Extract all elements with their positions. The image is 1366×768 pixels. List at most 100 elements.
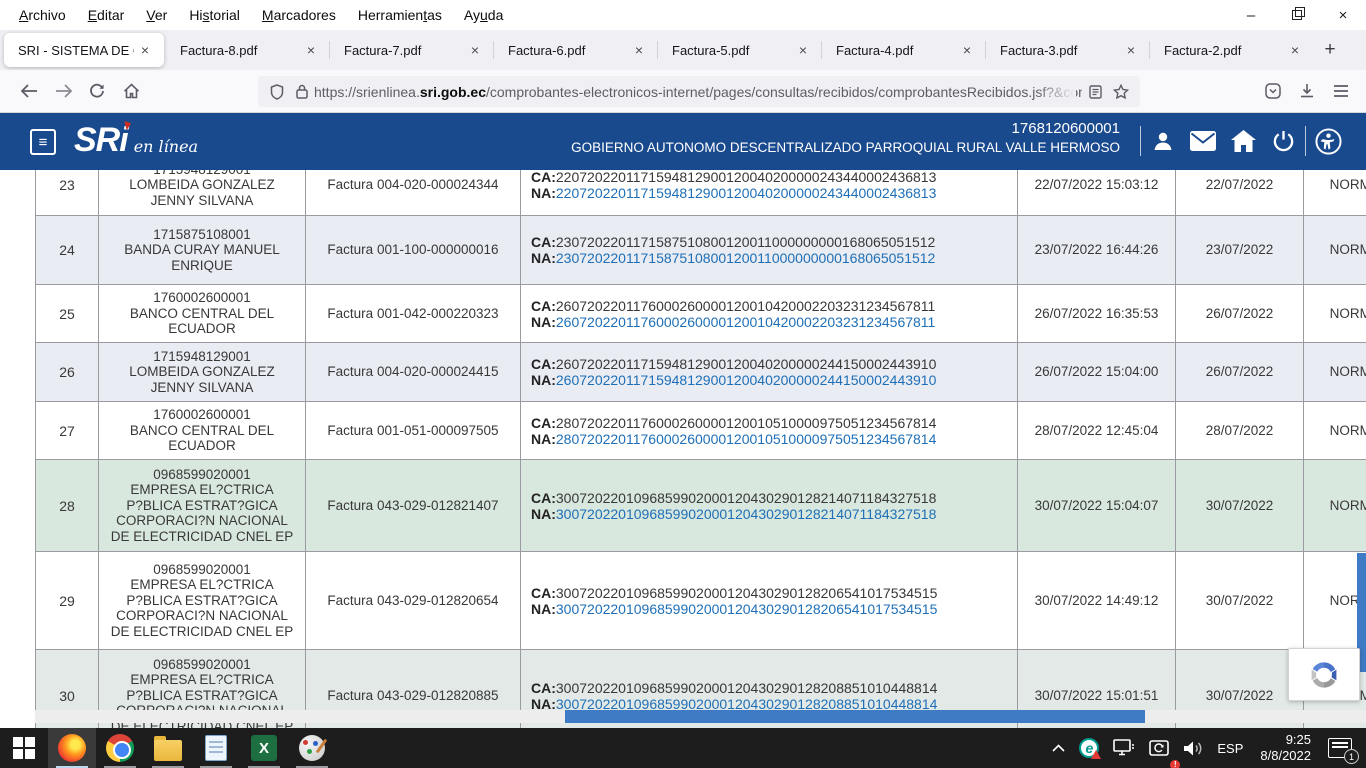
invoice-row-25[interactable]: 251760002600001BANCO CENTRAL DELECUADORF…	[36, 285, 1366, 343]
tray-expand-button[interactable]	[1045, 728, 1072, 768]
home-button-app[interactable]	[1223, 130, 1263, 153]
tab-factura-4-pdf[interactable]: Factura-4.pdf×	[822, 30, 986, 70]
status-cell: NORMAL	[1304, 343, 1366, 401]
authorization-date-cell: 23/07/2022 16:44:26	[1018, 216, 1176, 284]
close-icon[interactable]: ×	[628, 42, 650, 58]
close-icon[interactable]: ×	[464, 42, 486, 58]
taskbar-paint-button[interactable]	[288, 728, 336, 768]
restore-button[interactable]	[1274, 0, 1320, 30]
profile-button[interactable]	[1143, 129, 1183, 153]
invoice-row-28[interactable]: 280968599020001EMPRESA EL?CTRICAP?BLICA …	[36, 460, 1366, 552]
invoice-row-27[interactable]: 271760002600001BANCO CENTRAL DELECUADORF…	[36, 402, 1366, 460]
volume-icon	[1183, 740, 1203, 757]
tracking-shield-button[interactable]	[264, 76, 290, 107]
url-domain: sri.gob.ec	[420, 84, 486, 100]
menu-herramientas[interactable]: Herramientas	[347, 3, 453, 27]
menu-ver[interactable]: Ver	[135, 3, 178, 27]
start-button[interactable]	[0, 728, 48, 768]
sidebar-toggle-button[interactable]: ≡	[30, 129, 56, 155]
downloads-button[interactable]	[1290, 75, 1324, 107]
url-bar[interactable]: https://srienlinea.sri.gob.ec/comprobant…	[258, 76, 1140, 107]
supplier-cell: 0968599020001EMPRESA EL?CTRICAP?BLICA ES…	[99, 460, 306, 551]
taskbar-excel-button[interactable]: X	[240, 728, 288, 768]
system-tray: e ! ESP 9:25 8/8/2022 1	[1045, 728, 1366, 768]
logout-button[interactable]	[1263, 130, 1303, 153]
chrome-icon	[106, 734, 134, 762]
authorization-number-link[interactable]: 2607202201176000260000120010420002203231…	[556, 314, 935, 330]
close-icon[interactable]: ×	[1284, 42, 1306, 58]
window-controls: – ×	[1228, 0, 1366, 30]
sri-logo[interactable]: SRi en línea	[74, 121, 198, 160]
ca-line: CA:2207202201171594812900120040200000243…	[531, 169, 936, 185]
tray-updates[interactable]: !	[1142, 728, 1176, 768]
menu-archivo[interactable]: Archivo	[8, 3, 77, 27]
supplier-cell: 1715948129001LOMBEIDA GONZALEZJENNY SILV…	[99, 343, 306, 401]
tab-title: Factura-4.pdf	[836, 43, 956, 58]
ca-line: CA:2807202201176000260000120010510000975…	[531, 415, 936, 431]
tray-volume[interactable]	[1176, 728, 1210, 768]
invoice-row-24[interactable]: 241715875108001BANDA CURAY MANUELENRIQUE…	[36, 216, 1366, 285]
supplier-name-line: P?BLICA ESTRAT?GICA	[126, 498, 277, 514]
invoice-row-26[interactable]: 261715948129001LOMBEIDA GONZALEZJENNY SI…	[36, 343, 1366, 402]
issue-date-cell: 28/07/2022	[1176, 402, 1304, 459]
tab-factura-3-pdf[interactable]: Factura-3.pdf×	[986, 30, 1150, 70]
tab-factura-2-pdf[interactable]: Factura-2.pdf×	[1150, 30, 1314, 70]
authorization-number-link[interactable]: 2207202201171594812900120040200000243440…	[556, 185, 936, 201]
horizontal-scrollbar-thumb[interactable]	[565, 710, 1145, 723]
close-icon[interactable]: ×	[134, 42, 156, 58]
tab-active-sri[interactable]: SRI - SISTEMA DE COMP ×	[4, 33, 164, 67]
menu-editar[interactable]: Editar	[77, 3, 136, 27]
background-tabs: Factura-8.pdf×Factura-7.pdf×Factura-6.pd…	[166, 30, 1314, 70]
bookmark-button[interactable]	[1108, 76, 1134, 107]
authorization-number-link[interactable]: 3007202201096859902000120430290128206541…	[556, 601, 938, 617]
hamburger-icon: ≡	[39, 134, 48, 151]
home-button[interactable]	[114, 75, 148, 107]
menu-marcadores[interactable]: Marcadores	[251, 3, 347, 27]
close-icon[interactable]: ×	[1120, 42, 1142, 58]
close-icon[interactable]: ×	[956, 42, 978, 58]
authorization-number-link[interactable]: 2307202201171587510800120011000000000168…	[556, 250, 935, 266]
tab-factura-7-pdf[interactable]: Factura-7.pdf×	[330, 30, 494, 70]
tab-factura-5-pdf[interactable]: Factura-5.pdf×	[658, 30, 822, 70]
chevron-up-icon	[1052, 744, 1065, 752]
back-button[interactable]	[12, 75, 46, 107]
taskbar-firefox-button[interactable]	[48, 728, 96, 768]
minimize-button[interactable]: –	[1228, 0, 1274, 30]
status-cell: NORMAL	[1304, 402, 1366, 459]
tab-factura-8-pdf[interactable]: Factura-8.pdf×	[166, 30, 330, 70]
taskbar-chrome-button[interactable]	[96, 728, 144, 768]
invoice-row-29[interactable]: 290968599020001EMPRESA EL?CTRICAP?BLICA …	[36, 552, 1366, 650]
tray-network[interactable]	[1106, 728, 1142, 768]
horizontal-scrollbar-track[interactable]	[35, 710, 1366, 723]
user-icon	[1151, 129, 1175, 153]
session-identity: 1768120600001 GOBIERNO AUTONOMO DESCENTR…	[560, 120, 1120, 155]
notification-center-button[interactable]: 1	[1321, 728, 1366, 768]
site-security-button[interactable]	[290, 76, 314, 107]
authorization-number-link[interactable]: 2807202201176000260000120010510000975051…	[556, 431, 936, 447]
accessibility-button[interactable]	[1308, 128, 1348, 155]
tray-antivirus[interactable]: e	[1072, 728, 1106, 768]
ca-line: CA:3007202201096859902000120430290128208…	[531, 680, 937, 696]
taskbar-explorer-button[interactable]	[144, 728, 192, 768]
reload-button[interactable]	[80, 75, 114, 107]
forward-button[interactable]	[46, 75, 80, 107]
new-tab-button[interactable]: +	[1314, 30, 1346, 70]
pocket-button[interactable]	[1256, 75, 1290, 107]
recaptcha-badge[interactable]	[1288, 648, 1360, 701]
close-icon[interactable]: ×	[300, 42, 322, 58]
tab-factura-6-pdf[interactable]: Factura-6.pdf×	[494, 30, 658, 70]
menu-historial[interactable]: Historial	[178, 3, 251, 27]
taskbar-notepad-button[interactable]	[192, 728, 240, 768]
close-button[interactable]: ×	[1320, 0, 1366, 30]
reader-view-button[interactable]	[1082, 76, 1108, 107]
authorization-number-link[interactable]: 3007202201096859902000120430290128214071…	[556, 506, 936, 522]
app-menu-button[interactable]	[1324, 75, 1358, 107]
messages-button[interactable]	[1183, 131, 1223, 151]
authorization-number-link[interactable]: 2607202201171594812900120040200000244150…	[556, 372, 936, 388]
menu-ayuda[interactable]: Ayuda	[453, 3, 514, 27]
close-icon[interactable]: ×	[792, 42, 814, 58]
authorization-date-cell: 28/07/2022 12:45:04	[1018, 402, 1176, 459]
taskbar-clock[interactable]: 9:25 8/8/2022	[1250, 732, 1321, 764]
issue-date-cell: 30/07/2022	[1176, 460, 1304, 551]
language-indicator[interactable]: ESP	[1210, 728, 1250, 768]
